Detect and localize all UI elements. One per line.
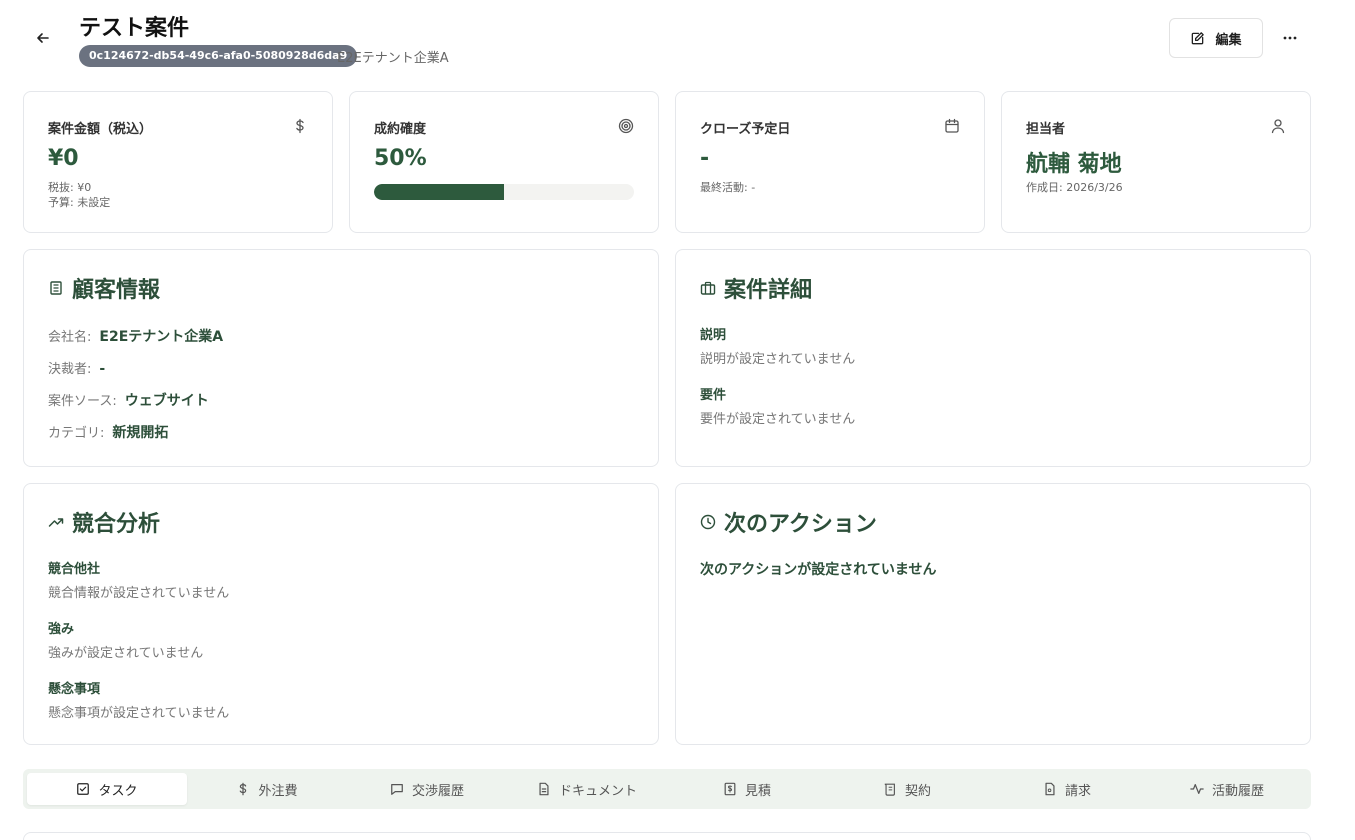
section-title: 次のアクション xyxy=(724,512,877,537)
info-label: カテゴリ: xyxy=(48,426,105,441)
document-icon xyxy=(539,782,549,796)
tab-estimates[interactable]: 見積 xyxy=(667,773,827,805)
calendar-icon xyxy=(945,118,959,133)
field-label: 懸念事項 xyxy=(48,682,101,697)
trending-up-icon xyxy=(48,518,64,527)
tab-label: ドキュメント xyxy=(558,783,637,799)
stat-card-close-date: クローズ予定日 - 最終活動: - xyxy=(675,91,985,233)
probability-progress-bar xyxy=(374,184,634,200)
stat-title: 案件金額（税込） xyxy=(48,122,153,137)
edit-button[interactable]: 編集 xyxy=(1169,18,1263,58)
info-value: ウェブサイト xyxy=(124,393,209,409)
tab-bar: タスク 外注費 交渉履歴 ドキュメント 見積 契約 請求 活動履歴 xyxy=(23,769,1311,809)
tab-label: 請求 xyxy=(1064,783,1091,799)
tab-label: 交渉履歴 xyxy=(411,783,464,799)
info-label: 会社名: xyxy=(48,330,92,345)
more-menu-button[interactable] xyxy=(1278,26,1302,50)
tab-negotiation[interactable]: 交渉履歴 xyxy=(347,773,507,805)
stat-title: 成約確度 xyxy=(374,122,427,137)
stat-value: - xyxy=(700,146,710,171)
section-header: 競合分析 xyxy=(48,506,160,538)
field-value: 懸念事項が設定されていません xyxy=(48,706,230,721)
section-header: 次のアクション xyxy=(700,506,877,538)
tab-tasks[interactable]: タスク xyxy=(27,773,187,805)
stat-title: クローズ予定日 xyxy=(700,122,791,137)
back-button[interactable] xyxy=(32,27,54,49)
building-icon xyxy=(50,281,62,295)
stat-card-probability: 成約確度 50% xyxy=(349,91,659,233)
stat-card-owner: 担当者 航輔 菊地 作成日: 2026/3/26 xyxy=(1001,91,1311,233)
competition-card: 競合分析 競合他社 競合情報が設定されていません 強み 強みが設定されていません… xyxy=(23,483,659,745)
page-header: テスト案件 0c124672-db54-49c6-afa0-5080928d6d… xyxy=(0,0,1355,80)
tenant-label: E2Eテナント企業A xyxy=(337,51,449,66)
progress-fill xyxy=(374,184,504,200)
tab-label: 見積 xyxy=(744,783,771,799)
info-row-category: カテゴリ: 新規開拓 xyxy=(48,422,168,442)
arrow-left-icon xyxy=(37,33,49,43)
info-value: 新規開拓 xyxy=(112,425,169,441)
field-label: 強み xyxy=(48,622,75,637)
tab-outsourcing[interactable]: 外注費 xyxy=(187,773,347,805)
chat-icon xyxy=(391,784,403,795)
customer-info-card: 顧客情報 会社名: E2Eテナント企業A 決裁者: - 案件ソース: ウェブサイ… xyxy=(23,249,659,467)
field-label: 競合他社 xyxy=(48,562,101,577)
section-header: 顧客情報 xyxy=(48,272,160,304)
info-value: E2Eテナント企業A xyxy=(99,329,224,345)
user-icon xyxy=(1271,119,1285,134)
tab-label: タスク xyxy=(98,783,138,799)
next-action-text: 次のアクションが設定されていません xyxy=(700,562,937,578)
edit-icon xyxy=(1192,31,1205,44)
stat-value: 50% xyxy=(374,146,427,171)
info-label: 案件ソース: xyxy=(48,394,117,409)
info-value: - xyxy=(99,361,106,377)
stat-title: 担当者 xyxy=(1026,122,1066,137)
stat-subtext: 作成日: 2026/3/26 xyxy=(1026,181,1123,194)
field-value: 強みが設定されていません xyxy=(48,646,204,661)
stat-subtext: 予算: 未設定 xyxy=(48,196,111,209)
stat-value: ¥0 xyxy=(48,146,79,171)
field-value: 競合情報が設定されていません xyxy=(48,586,230,601)
tab-invoices[interactable]: 請求 xyxy=(987,773,1147,805)
tab-documents[interactable]: ドキュメント xyxy=(507,773,667,805)
more-horizontal-icon xyxy=(1283,36,1297,40)
tab-activity[interactable]: 活動履歴 xyxy=(1147,773,1307,805)
deal-id-badge: 0c124672-db54-49c6-afa0-5080928d6da9 xyxy=(79,45,358,67)
dollar-icon xyxy=(240,782,247,796)
next-action-card: 次のアクション 次のアクションが設定されていません xyxy=(675,483,1311,745)
tab-label: 外注費 xyxy=(258,783,298,799)
info-row-decision-maker: 決裁者: - xyxy=(48,358,105,377)
stat-subtext: 税抜: ¥0 xyxy=(48,181,92,194)
deal-details-card: 案件詳細 説明 説明が設定されていません 要件 要件が設定されていません xyxy=(675,249,1311,467)
tab-label: 活動履歴 xyxy=(1211,783,1264,799)
field-label: 説明 xyxy=(700,328,727,343)
tab-label: 契約 xyxy=(904,783,931,799)
tab-content-card xyxy=(23,832,1311,840)
page-title: テスト案件 xyxy=(79,16,190,41)
target-icon xyxy=(618,118,634,134)
tab-contracts[interactable]: 契約 xyxy=(827,773,987,805)
field-value: 要件が設定されていません xyxy=(700,412,856,427)
estimate-icon xyxy=(724,782,736,796)
info-row-source: 案件ソース: ウェブサイト xyxy=(48,390,209,410)
section-title: 案件詳細 xyxy=(724,278,813,303)
section-title: 競合分析 xyxy=(72,512,161,537)
activity-icon xyxy=(1190,784,1204,794)
field-label: 要件 xyxy=(700,388,727,403)
stat-value: 航輔 菊地 xyxy=(1026,152,1122,177)
clock-icon xyxy=(700,514,716,530)
invoice-icon xyxy=(1045,782,1055,796)
section-title: 顧客情報 xyxy=(72,278,161,303)
info-label: 決裁者: xyxy=(48,362,92,377)
stat-subtext: 最終活動: - xyxy=(700,181,756,194)
stat-card-amount: 案件金額（税込） ¥0 税抜: ¥0 予算: 未設定 xyxy=(23,91,333,233)
info-row-company: 会社名: E2Eテナント企業A xyxy=(48,326,223,346)
field-value: 説明が設定されていません xyxy=(700,352,856,367)
contract-icon xyxy=(884,783,895,796)
briefcase-icon xyxy=(700,281,716,295)
checkbox-icon xyxy=(77,783,90,795)
section-header: 案件詳細 xyxy=(700,272,812,304)
dollar-icon xyxy=(296,118,304,134)
edit-button-label: 編集 xyxy=(1215,32,1242,48)
